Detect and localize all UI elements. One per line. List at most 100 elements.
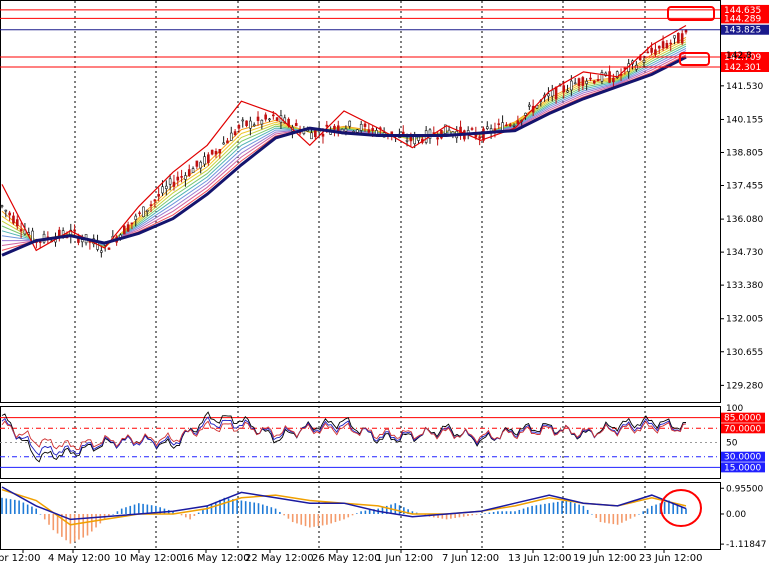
- macd-bar: [518, 509, 521, 514]
- price-tick-label: 138.805: [726, 148, 763, 158]
- candle-body: [478, 136, 481, 139]
- candle-body: [241, 119, 245, 122]
- macd-bar: [527, 507, 529, 514]
- macd-bar: [257, 503, 260, 514]
- macd-bar: [569, 501, 572, 514]
- candle-body: [669, 42, 673, 45]
- time-tick-label: 4 May 12:00: [48, 553, 110, 564]
- candle-body: [161, 186, 164, 194]
- macd-bar: [300, 513, 303, 525]
- macd-bar: [488, 512, 491, 514]
- macd-bar: [120, 508, 123, 514]
- time-tick-label: 16 May 12:00: [181, 553, 250, 564]
- macd-bar: [655, 504, 657, 514]
- candle-body: [237, 125, 241, 129]
- candle-body: [122, 225, 126, 235]
- macd-bar: [266, 505, 268, 514]
- candle-body: [294, 123, 298, 127]
- macd-bar: [129, 505, 132, 514]
- candle-body: [589, 77, 592, 80]
- macd-bar: [223, 497, 226, 514]
- macd-bar: [334, 513, 337, 523]
- macd-bar: [621, 513, 623, 523]
- candle-body: [199, 161, 203, 169]
- macd-bar: [112, 513, 114, 515]
- price-tick-label: 133.380: [726, 281, 763, 291]
- price-tick-label: 134.730: [726, 248, 763, 258]
- macd-bar: [283, 513, 285, 516]
- macd-bar: [86, 513, 89, 536]
- candle-body: [547, 93, 550, 97]
- macd-bar: [321, 513, 324, 526]
- candle-body: [153, 199, 157, 202]
- macd-bar: [535, 505, 538, 514]
- time-tick-label: 10 May 12:00: [114, 553, 183, 564]
- candle-body: [15, 219, 19, 227]
- oscillator-level-label: 30.0000: [724, 453, 761, 463]
- macd-bar: [586, 509, 589, 514]
- macd-bar: [43, 513, 46, 520]
- candle-body: [126, 224, 130, 232]
- macd-bar: [578, 504, 580, 514]
- macd-bar: [608, 513, 610, 524]
- oscillator-level-label: 85.0000: [724, 414, 761, 424]
- macd-bar: [651, 505, 653, 514]
- candle-body: [405, 139, 409, 142]
- macd-bar: [14, 499, 16, 514]
- candle-body: [31, 230, 34, 242]
- macd-bar: [484, 513, 486, 514]
- candle-body: [516, 120, 520, 124]
- candle-body: [268, 118, 271, 121]
- oscillator-mid-label: 50: [726, 439, 738, 449]
- oscillator-level-label: 15.0000: [724, 463, 761, 473]
- candle-body: [73, 229, 76, 232]
- price-tick-label: 140.155: [726, 115, 763, 125]
- macd-bar: [509, 511, 512, 514]
- candle-body: [134, 215, 138, 220]
- price-level-label: 143.825: [724, 26, 761, 36]
- candle-body: [573, 82, 577, 85]
- macd-bar: [497, 511, 499, 514]
- candle-body: [100, 250, 103, 253]
- macd-bar: [274, 508, 277, 514]
- macd-tick-label: 0.00: [726, 510, 746, 520]
- macd-bar: [475, 513, 478, 515]
- macd-bar: [313, 513, 315, 527]
- macd-bar: [522, 508, 525, 514]
- macd-bar: [214, 501, 217, 514]
- candle-body: [665, 42, 669, 49]
- candle-body: [367, 129, 371, 133]
- candle-body: [505, 124, 508, 127]
- candle-body: [447, 129, 451, 135]
- macd-bar: [189, 513, 191, 520]
- macd-bar: [138, 503, 140, 514]
- candle-body: [325, 124, 329, 127]
- candle-body: [172, 181, 176, 187]
- macd-bar: [364, 510, 367, 514]
- candle-body: [585, 81, 588, 84]
- candle-body: [356, 129, 359, 133]
- macd-bar: [317, 513, 320, 527]
- macd-bar: [347, 513, 350, 518]
- macd-bar: [48, 513, 50, 525]
- macd-bar: [99, 513, 102, 524]
- candle-body: [260, 119, 264, 125]
- time-tick-label: 26 May 12:00: [312, 553, 381, 564]
- candle-body: [8, 212, 11, 216]
- candle-body: [344, 128, 348, 132]
- macd-bar: [9, 499, 12, 514]
- macd-tick-label: 0.95500: [726, 484, 763, 494]
- macd-bar: [142, 503, 144, 514]
- macd-bar: [244, 501, 247, 514]
- macd-bar: [454, 513, 456, 519]
- macd-bar: [180, 513, 183, 516]
- macd-bar: [582, 505, 585, 514]
- candle-body: [554, 86, 558, 100]
- candle-body: [149, 204, 153, 206]
- macd-bar: [398, 505, 401, 514]
- candle-body: [165, 185, 168, 189]
- macd-bar: [343, 513, 345, 520]
- macd-bar: [82, 513, 85, 538]
- candle-body: [650, 47, 653, 53]
- candle-body: [577, 78, 581, 86]
